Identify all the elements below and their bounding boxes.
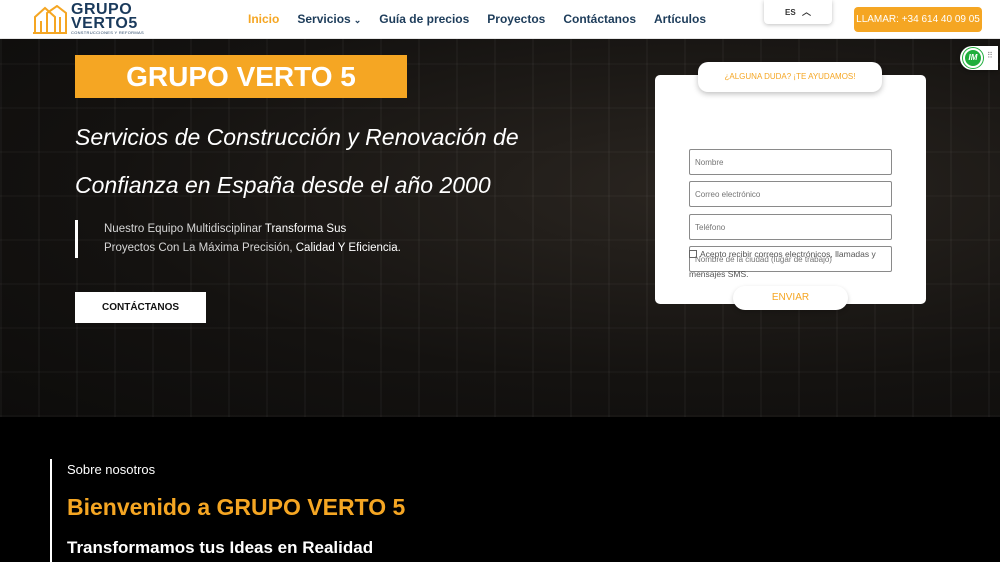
- submit-button[interactable]: ENVIAR: [733, 286, 848, 310]
- consent-row: Acepto recibir correos electrónicos, lla…: [689, 244, 904, 284]
- language-label: ES: [785, 8, 796, 17]
- nav-item-servicios-label: Servicios: [297, 12, 351, 26]
- logo[interactable]: GRUPO VERTO5 CONSTRUCCIONES Y REFORMAS: [33, 2, 144, 36]
- logo-line2: VERTO5: [71, 15, 138, 32]
- hero-heading: Servicios de Construcción y Renovación d…: [75, 124, 519, 198]
- consent-label: Acepto recibir correos electrónicos, lla…: [689, 249, 876, 279]
- about-title: Bienvenido a GRUPO VERTO 5: [67, 494, 406, 520]
- hero-badge-title: GRUPO VERTO 5: [75, 55, 407, 98]
- name-input[interactable]: [689, 149, 892, 175]
- chevron-up-icon: ︿: [801, 7, 811, 17]
- about-divider: [50, 459, 52, 562]
- site-header: GRUPO VERTO5 CONSTRUCCIONES Y REFORMAS I…: [0, 0, 1000, 39]
- widget-logo-icon: IM: [963, 48, 983, 68]
- nav-item-servicios[interactable]: Servicios ⌄: [297, 12, 361, 26]
- quote-text-1: Nuestro Equipo Multidisciplinar: [104, 223, 265, 235]
- quote-text-2: Proyectos Con La Máxima Precisión,: [104, 242, 296, 254]
- nav-item-guia-precios[interactable]: Guía de precios: [379, 12, 469, 26]
- hero-quote: Nuestro Equipo Multidisciplinar Transfor…: [75, 220, 435, 258]
- logo-text: GRUPO VERTO5: [71, 2, 138, 32]
- chevron-down-icon: ⌄: [353, 15, 362, 25]
- nav-item-articulos[interactable]: Artículos: [654, 12, 706, 26]
- nav-item-proyectos[interactable]: Proyectos: [487, 12, 545, 26]
- main-nav: Inicio Servicios ⌄ Guía de precios Proyec…: [248, 12, 706, 26]
- phone-input[interactable]: [689, 214, 892, 240]
- form-tab-label: ¿ALGUNA DUDA? ¡TE AYUDAMOS!: [698, 62, 882, 92]
- email-input[interactable]: [689, 181, 892, 207]
- quote-bold-2: Calidad Y Eficiencia.: [295, 242, 401, 254]
- contact-cta-button[interactable]: CONTÁCTANOS: [75, 292, 206, 323]
- quote-bold-1: Transforma Sus: [264, 223, 347, 235]
- nav-item-contactanos[interactable]: Contáctanos: [563, 12, 636, 26]
- nav-item-inicio[interactable]: Inicio: [248, 12, 279, 26]
- consent-checkbox[interactable]: [689, 250, 697, 258]
- about-subtitle: Transformamos tus Ideas en Realidad: [67, 538, 374, 557]
- floating-chat-widget[interactable]: IM ⠿: [960, 46, 998, 70]
- call-button[interactable]: LLAMAR: +34 614 40 09 05: [854, 7, 982, 32]
- language-selector[interactable]: ES ︿: [764, 0, 832, 24]
- logo-tagline: CONSTRUCCIONES Y REFORMAS: [71, 30, 144, 35]
- about-kicker: Sobre nosotros: [67, 462, 156, 477]
- building-logo-icon: [33, 5, 67, 34]
- drag-handle-icon[interactable]: ⠿: [987, 51, 993, 60]
